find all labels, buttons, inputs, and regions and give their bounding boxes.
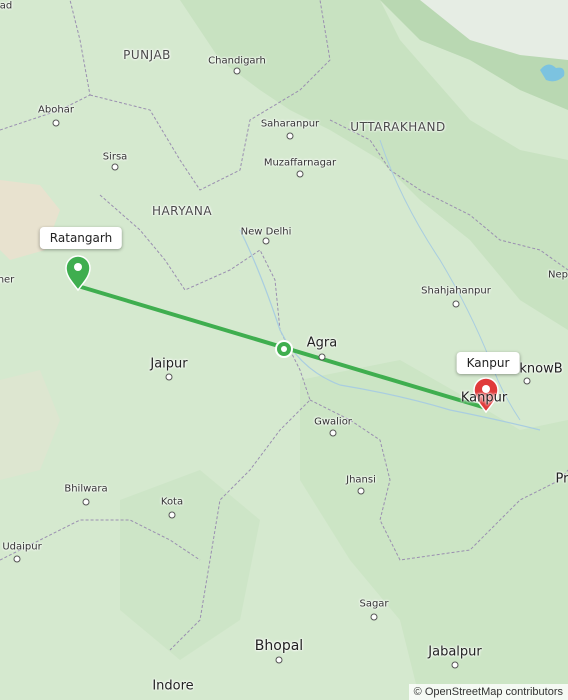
origin-callout[interactable]: Ratangarh — [39, 227, 123, 249]
city-label-chandigarh: Chandigarh — [208, 55, 266, 67]
city-label-gwalior: Gwalior — [314, 416, 352, 428]
city-label-jabalpur: Jabalpur — [428, 644, 482, 660]
state-label-uttarakhand: UTTARAKHAND — [350, 120, 446, 134]
route-midpoint-marker[interactable] — [275, 340, 293, 358]
city-dot-kota — [168, 511, 176, 519]
city-dot-sagar — [370, 613, 378, 621]
city-dot-bhopal — [275, 656, 283, 664]
city-label-kota: Kota — [160, 496, 184, 508]
city-label-shahjahanpur: Shahjahanpur — [421, 285, 491, 297]
city-label-abohar: Abohar — [38, 104, 74, 116]
city-label-saharanpur: Saharanpur — [260, 118, 320, 130]
city-label-jhansi: Jhansi — [346, 474, 376, 486]
city-dot-bhilwara — [82, 498, 90, 506]
city-dot-abohar — [52, 119, 60, 127]
city-dot-shahjahanpur — [452, 300, 460, 308]
city-label-muzaffarnagar: Muzaffarnagar — [263, 157, 337, 169]
edge-label-left: ner — [0, 274, 15, 286]
city-dot-udaipur — [13, 555, 21, 563]
city-label-indore: Indore — [152, 678, 194, 694]
state-label-haryana: HARYANA — [151, 204, 213, 218]
city-dot-jaipur — [165, 373, 173, 381]
city-dot-jhansi — [357, 487, 365, 495]
edge-label-top-left: ad — [0, 0, 13, 12]
state-label-punjab: PUNJAB — [123, 48, 171, 62]
map-attribution[interactable]: © OpenStreetMap contributors — [408, 684, 568, 700]
city-dot-saharanpur — [286, 132, 294, 140]
city-dot-muzaffarnagar — [296, 170, 304, 178]
city-label-bhopal: Bhopal — [254, 638, 304, 654]
city-dot-sirsa — [111, 163, 119, 171]
city-label-jaipur: Jaipur — [150, 356, 188, 372]
city-label-udaipur: Udaipur — [2, 541, 42, 553]
city-dot-lucknow — [523, 377, 531, 385]
city-label-agra: Agra — [306, 335, 338, 351]
city-dot-new-delhi — [262, 237, 270, 245]
city-dot-chandigarh — [233, 67, 241, 75]
city-label-lucknow: knowB — [519, 361, 563, 377]
city-label-sagar: Sagar — [359, 598, 389, 610]
city-label-kanpur: Kanpur — [460, 390, 508, 406]
city-label-new-delhi: New Delhi — [240, 226, 292, 238]
city-dot-gwalior — [329, 429, 337, 437]
city-label-bhilwara: Bhilwara — [64, 483, 108, 495]
destination-callout[interactable]: Kanpur — [456, 352, 520, 374]
city-label-sirsa: Sirsa — [102, 151, 128, 163]
city-dot-jabalpur — [451, 661, 459, 669]
map-canvas[interactable] — [0, 0, 568, 700]
edge-label-pr: Pr — [555, 471, 568, 487]
edge-label-nep: Nep — [548, 269, 568, 281]
city-dot-agra — [318, 353, 326, 361]
